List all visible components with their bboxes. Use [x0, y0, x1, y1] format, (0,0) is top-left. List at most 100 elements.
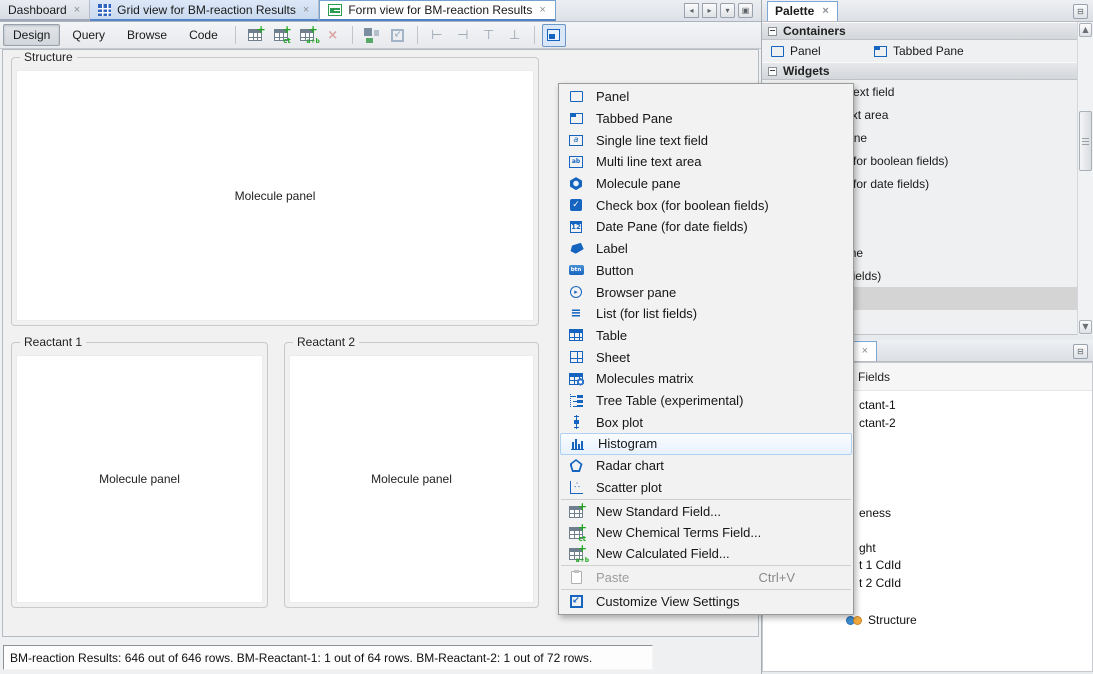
palette-scrollbar[interactable]: ▲ ▼ [1077, 22, 1093, 335]
menu-item-molecules-matrix[interactable]: Molecules matrix [559, 368, 853, 390]
structure-panel[interactable]: Structure Molecule panel [11, 57, 539, 326]
tab-form-view-for-bm-reaction-results[interactable]: Form view for BM-reaction Results× [319, 0, 555, 21]
menu-item-radar-chart[interactable]: Radar chart [559, 455, 853, 477]
new-chemical-terms-field-button[interactable] [269, 24, 293, 47]
tab-palette[interactable]: Palette × [767, 1, 838, 21]
delete-button[interactable]: × [321, 24, 345, 47]
section-title: Widgets [783, 64, 830, 78]
align-left-button[interactable]: ⊢ [425, 24, 449, 47]
tab-list-dropdown[interactable]: ▾ [720, 3, 735, 18]
field-item-label: ght [859, 541, 876, 555]
menu-item-tabbed-pane[interactable]: Tabbed Pane [559, 108, 853, 130]
menu-item-panel[interactable]: Panel [559, 86, 853, 108]
close-icon[interactable]: × [821, 5, 829, 17]
menu-item-tree-table-experimental[interactable]: Tree Table (experimental) [559, 390, 853, 412]
menu-icon-cell: ∴ [566, 481, 586, 494]
menu-item-molecule-pane[interactable]: Molecule pane [559, 173, 853, 195]
palette-section-header-containers[interactable]: −Containers [762, 22, 1077, 40]
scrollbar-thumb[interactable] [1079, 111, 1092, 171]
menu-item-button[interactable]: btnButton [559, 260, 853, 282]
menu-item-new-calculated-field[interactable]: New Calculated Field... [559, 543, 853, 564]
menu-item-customize-view-settings[interactable]: ↙ Customize View Settings [559, 591, 853, 612]
menu-item-single-line-text-field[interactable]: aSingle line text field [559, 129, 853, 151]
new-calculated-field-button[interactable] [295, 24, 319, 47]
molecule-panel[interactable]: Molecule panel [16, 355, 263, 603]
field-item-ctant-1[interactable]: ctant-1 [859, 398, 896, 412]
field-item-eness[interactable]: eness [859, 506, 891, 520]
menu-item-table[interactable]: Table [559, 325, 853, 347]
align-right-button[interactable]: ⊣ [451, 24, 475, 47]
minimize-panel-icon[interactable]: ⊟ [1073, 344, 1088, 359]
toolbar-separator [417, 26, 418, 44]
status-bar: BM-reaction Results: 646 out of 646 rows… [0, 638, 761, 674]
scroll-up-icon[interactable]: ▲ [1079, 23, 1092, 37]
grid-view-icon [98, 4, 111, 16]
tab-dashboard[interactable]: Dashboard× [0, 0, 90, 21]
molecule-panel[interactable]: Molecule panel [289, 355, 534, 603]
menu-icon-cell [568, 437, 588, 450]
menu-item-histogram[interactable]: Histogram [560, 433, 852, 455]
menu-item-label: Scatter plot [596, 480, 662, 495]
molecule-panel[interactable]: Molecule panel [16, 70, 534, 321]
reactant-1-panel[interactable]: Reactant 1 Molecule panel [11, 342, 268, 608]
scroll-tabs-left[interactable]: ◂ [684, 3, 699, 18]
design-button[interactable]: Design [3, 24, 60, 46]
field-item-t-2-cdid[interactable]: t 2 CdId [859, 576, 901, 590]
field-item-ght[interactable]: ght [859, 541, 876, 555]
field-item-ctant-2[interactable]: ctant-2 [859, 416, 896, 430]
field-item-label: eness [859, 506, 891, 520]
menu-item-date-pane-for-date-fields[interactable]: 12Date Pane (for date fields) [559, 216, 853, 238]
menu-item-box-plot[interactable]: Box plot [559, 411, 853, 433]
status-message-box: BM-reaction Results: 646 out of 646 rows… [3, 645, 653, 670]
menu-item-label: Customize View Settings [596, 594, 740, 609]
menu-item-label: List (for list fields) [596, 306, 697, 321]
menu-item-scatter-plot[interactable]: ∴ Scatter plot [559, 476, 853, 498]
menu-item-paste[interactable]: PasteCtrl+V [559, 567, 853, 588]
fields-header-label: Fields [858, 370, 890, 384]
histogram-icon [571, 437, 585, 450]
code-button[interactable]: Code [179, 24, 228, 46]
toolbar-separator [235, 26, 236, 44]
query-button[interactable]: Query [62, 24, 115, 46]
tab-close-icon[interactable]: × [73, 4, 81, 16]
delete-icon: × [327, 29, 338, 42]
align-bottom-button[interactable]: ⊥ [503, 24, 527, 47]
menu-item-label: Box plot [596, 415, 643, 430]
menu-item-list-for-list-fields[interactable]: ≡List (for list fields) [559, 303, 853, 325]
menu-item-new-standard-field[interactable]: New Standard Field... [559, 501, 853, 522]
menu-item-multi-line-text-area[interactable]: abMulti line text area [559, 151, 853, 173]
minus-box-icon: − [768, 67, 777, 76]
menu-icon-cell: ab [566, 156, 586, 168]
browse-button[interactable]: Browse [117, 24, 177, 46]
resize-toggle-button[interactable] [542, 24, 566, 47]
restore-window[interactable]: ▣ [738, 3, 753, 18]
menu-item-check-box-for-boolean-fields[interactable]: ✓Check box (for boolean fields) [559, 194, 853, 216]
tab-close-icon[interactable]: × [538, 4, 546, 16]
menu-item-label: New Standard Field... [596, 504, 721, 519]
minimize-panel-icon[interactable]: ⊟ [1073, 4, 1088, 19]
close-icon[interactable]: × [861, 345, 869, 357]
scroll-tabs-right[interactable]: ▸ [702, 3, 717, 18]
customize-view-settings-icon: ↙ [570, 595, 583, 608]
align-top-button[interactable]: ⊤ [477, 24, 501, 47]
menu-item-label[interactable]: Label [559, 238, 853, 260]
reactant-2-panel[interactable]: Reactant 2 Molecule panel [284, 342, 539, 608]
menu-item-browser-pane[interactable]: ▸Browser pane [559, 281, 853, 303]
blocks-button[interactable] [360, 24, 384, 47]
palette-item-panel[interactable]: Panel [771, 44, 874, 58]
tab-grid-view-for-bm-reaction-results[interactable]: Grid view for BM-reaction Results× [90, 0, 319, 21]
check-box-icon: ✓ [570, 199, 582, 211]
field-item-structure[interactable]: Structure [846, 613, 917, 627]
field-item-label: t 1 CdId [859, 558, 901, 572]
palette-section-header-widgets[interactable]: −Widgets [762, 62, 1077, 80]
menu-item-sheet[interactable]: Sheet [559, 346, 853, 368]
new-standard-field-button[interactable] [243, 24, 267, 47]
customize-view-button[interactable]: ↙ [386, 24, 410, 47]
menu-item-label: Panel [596, 89, 629, 104]
field-item-t-1-cdid[interactable]: t 1 CdId [859, 558, 901, 572]
tab-close-icon[interactable]: × [302, 4, 310, 16]
scroll-down-icon[interactable]: ▼ [1079, 320, 1092, 334]
menu-item-new-chemical-terms-field[interactable]: New Chemical Terms Field... [559, 522, 853, 543]
button-icon: btn [569, 265, 584, 275]
palette-item-tabbed-pane[interactable]: Tabbed Pane [874, 44, 964, 58]
